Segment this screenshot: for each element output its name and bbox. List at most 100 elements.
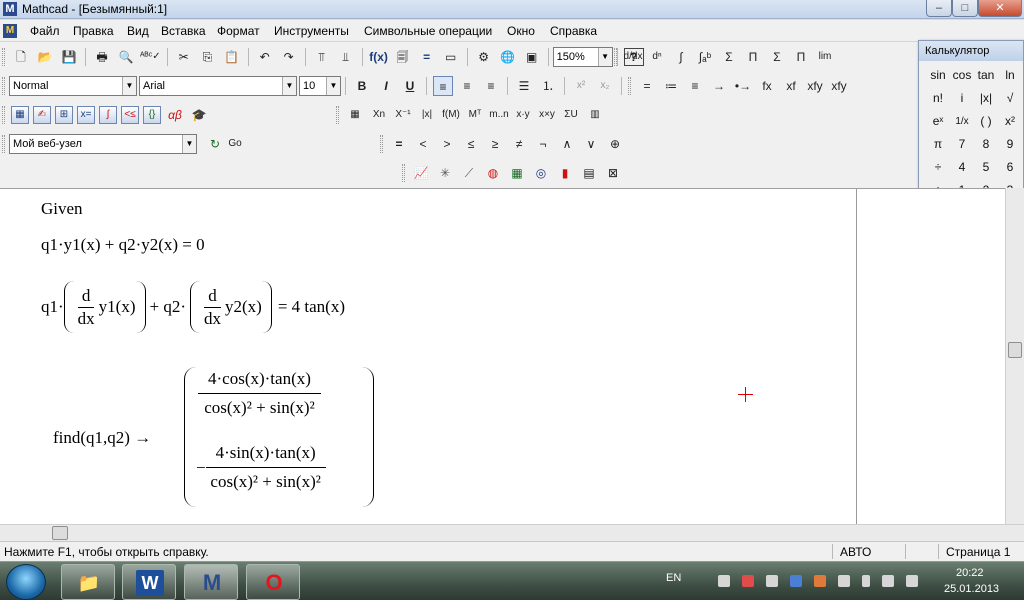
vectorize-icon[interactable]: f(M) — [441, 105, 461, 125]
close-button[interactable]: ✕ — [978, 0, 1022, 17]
calc-key[interactable]: 1/x — [950, 110, 974, 133]
contour-plot-icon[interactable]: ◍ — [483, 163, 503, 183]
document-icon[interactable]: M — [3, 24, 17, 38]
worksheet[interactable]: Given q1·y1(x) + q2·y2(x) = 0 q1· d dx y1… — [0, 188, 1005, 524]
menu-file[interactable]: Файл — [30, 24, 60, 38]
calc-key[interactable]: π — [926, 133, 950, 156]
scatter-3d-icon[interactable]: ▦ — [507, 163, 527, 183]
undo-icon[interactable]: ↶ — [255, 47, 275, 67]
print-icon[interactable]: 🖶 — [92, 47, 112, 67]
align-left-icon[interactable]: ≡ — [433, 76, 453, 96]
subscript-button[interactable]: x₂ — [595, 76, 615, 96]
calc-key[interactable]: 6 — [998, 156, 1022, 179]
vertical-scrollbar[interactable] — [1005, 188, 1024, 524]
toolbar-grip[interactable] — [380, 135, 383, 153]
postfix-function-button[interactable]: xf — [781, 76, 801, 96]
bool-or-button[interactable]: ∨ — [581, 134, 601, 154]
save-icon[interactable]: 💾 — [59, 47, 79, 67]
battery-icon[interactable] — [862, 575, 870, 587]
calc-key[interactable]: |x| — [974, 87, 998, 110]
menu-window[interactable]: Окно — [507, 24, 535, 38]
greek-palette-icon[interactable]: αβ — [165, 105, 185, 125]
vertical-scroll-thumb[interactable] — [1008, 342, 1022, 358]
vector-sum-icon[interactable]: ΣU — [561, 105, 581, 125]
volume-icon[interactable] — [906, 575, 918, 587]
go-button[interactable]: Go — [225, 134, 245, 154]
bool-greater-button[interactable]: > — [437, 134, 457, 154]
font-select[interactable]: Arial ▼ — [139, 76, 297, 96]
range-sum-icon[interactable]: Σ — [767, 47, 787, 67]
symbolic-global-button[interactable]: ≡ — [685, 76, 705, 96]
graph-palette-icon[interactable]: ✍ — [33, 106, 51, 124]
calc-key[interactable]: ( ) — [974, 110, 998, 133]
calc-key[interactable]: ln — [998, 64, 1022, 87]
calc-key[interactable]: cos — [950, 64, 974, 87]
toolbar-grip[interactable] — [614, 48, 617, 66]
integral-icon[interactable]: ∫ — [671, 47, 691, 67]
clock-date[interactable]: 25.01.2013 — [944, 583, 999, 595]
cut-icon[interactable]: ✂ — [174, 47, 194, 67]
toolbar-grip[interactable] — [402, 164, 405, 182]
taskbar-explorer[interactable]: 📁 — [61, 564, 115, 600]
summation-icon[interactable]: Σ — [719, 47, 739, 67]
copy-icon[interactable]: ⎘ — [198, 47, 218, 67]
component-icon[interactable]: ⚙ — [474, 47, 494, 67]
symbolic-equals-button[interactable]: = — [637, 76, 657, 96]
network-app-icon[interactable] — [790, 575, 802, 587]
minimize-button[interactable]: – — [926, 0, 952, 17]
start-button[interactable] — [6, 564, 46, 600]
calc-key[interactable]: 8 — [974, 133, 998, 156]
resource-center-icon[interactable]: 🌐 — [498, 47, 518, 67]
tray-icon[interactable] — [814, 575, 826, 587]
derivative-icon[interactable]: d/dx — [623, 47, 643, 67]
menu-tools[interactable]: Инструменты — [274, 24, 349, 38]
toolbar-grip[interactable] — [336, 106, 339, 124]
open-icon[interactable]: 📂 — [35, 47, 55, 67]
bullets-icon[interactable]: ☰ — [514, 76, 534, 96]
go-arrow-icon[interactable]: ↻ — [205, 134, 225, 154]
align-center-icon[interactable]: ≡ — [457, 76, 477, 96]
calc-key[interactable]: eˣ — [926, 110, 950, 133]
spell-check-icon[interactable]: ᴬᴮᶜ✓ — [140, 47, 161, 67]
new-icon[interactable]: 🗋 — [11, 47, 31, 67]
redo-icon[interactable]: ↷ — [279, 47, 299, 67]
limit-icon[interactable]: lim — [815, 47, 835, 67]
size-select[interactable]: 10 ▼ — [299, 76, 341, 96]
symbolic-palette-icon[interactable]: 🎓 — [189, 105, 209, 125]
insert-region-icon[interactable]: ▭ — [441, 47, 461, 67]
align-top-icon[interactable]: ⫪ — [312, 47, 332, 67]
evaluation-palette-icon[interactable]: x= — [77, 106, 95, 124]
nth-derivative-icon[interactable]: dⁿ — [647, 47, 667, 67]
calc-key[interactable]: 9 — [998, 133, 1022, 156]
bar-3d-icon[interactable]: ◎ — [531, 163, 551, 183]
signal-icon[interactable] — [882, 575, 894, 587]
picture-icon[interactable]: ▥ — [585, 105, 605, 125]
constraint-equation-1[interactable]: q1·y1(x) + q2·y2(x) = 0 — [41, 235, 205, 255]
calc-key[interactable]: 5 — [974, 156, 998, 179]
xy-plot-icon[interactable]: 📈 — [411, 163, 431, 183]
symbolic-arrow-button[interactable]: → — [709, 76, 729, 96]
vector-field-icon[interactable]: ▮ — [555, 163, 575, 183]
product-icon[interactable]: Π — [743, 47, 763, 67]
boolean-palette-icon[interactable]: <≤ — [121, 106, 139, 124]
symbolic-define-button[interactable]: ≔ — [661, 76, 681, 96]
menu-insert[interactable]: Вставка — [161, 24, 206, 38]
matrix-inverse-icon[interactable]: X⁻¹ — [393, 105, 413, 125]
dot-product-icon[interactable]: x·y — [513, 105, 533, 125]
zoom-select[interactable]: 150% ▼ — [552, 47, 613, 67]
bool-and-button[interactable]: ∧ — [557, 134, 577, 154]
surface-plot-icon[interactable]: ⟋ — [459, 163, 479, 183]
antivirus-icon[interactable] — [742, 575, 754, 587]
numbering-icon[interactable]: ⒈ — [538, 76, 558, 96]
taskbar-word[interactable]: W — [122, 564, 176, 600]
calc-key[interactable]: n! — [926, 87, 950, 110]
bool-less-button[interactable]: < — [413, 134, 433, 154]
find-result-vector[interactable]: 4·cos(x)·tan(x) cos(x)² + sin(x)² − 4·sin… — [184, 367, 374, 507]
find-call[interactable]: find(q1,q2) → — [53, 428, 151, 448]
insert-unit-icon[interactable]: 🗐 — [393, 47, 413, 67]
menu-edit[interactable]: Правка — [73, 24, 114, 38]
calculator-palette-icon[interactable]: ▦ — [11, 106, 29, 124]
bool-equal-button[interactable]: = — [389, 134, 409, 154]
trace-icon[interactable]: ▤ — [579, 163, 599, 183]
tray-icon[interactable] — [718, 575, 730, 587]
